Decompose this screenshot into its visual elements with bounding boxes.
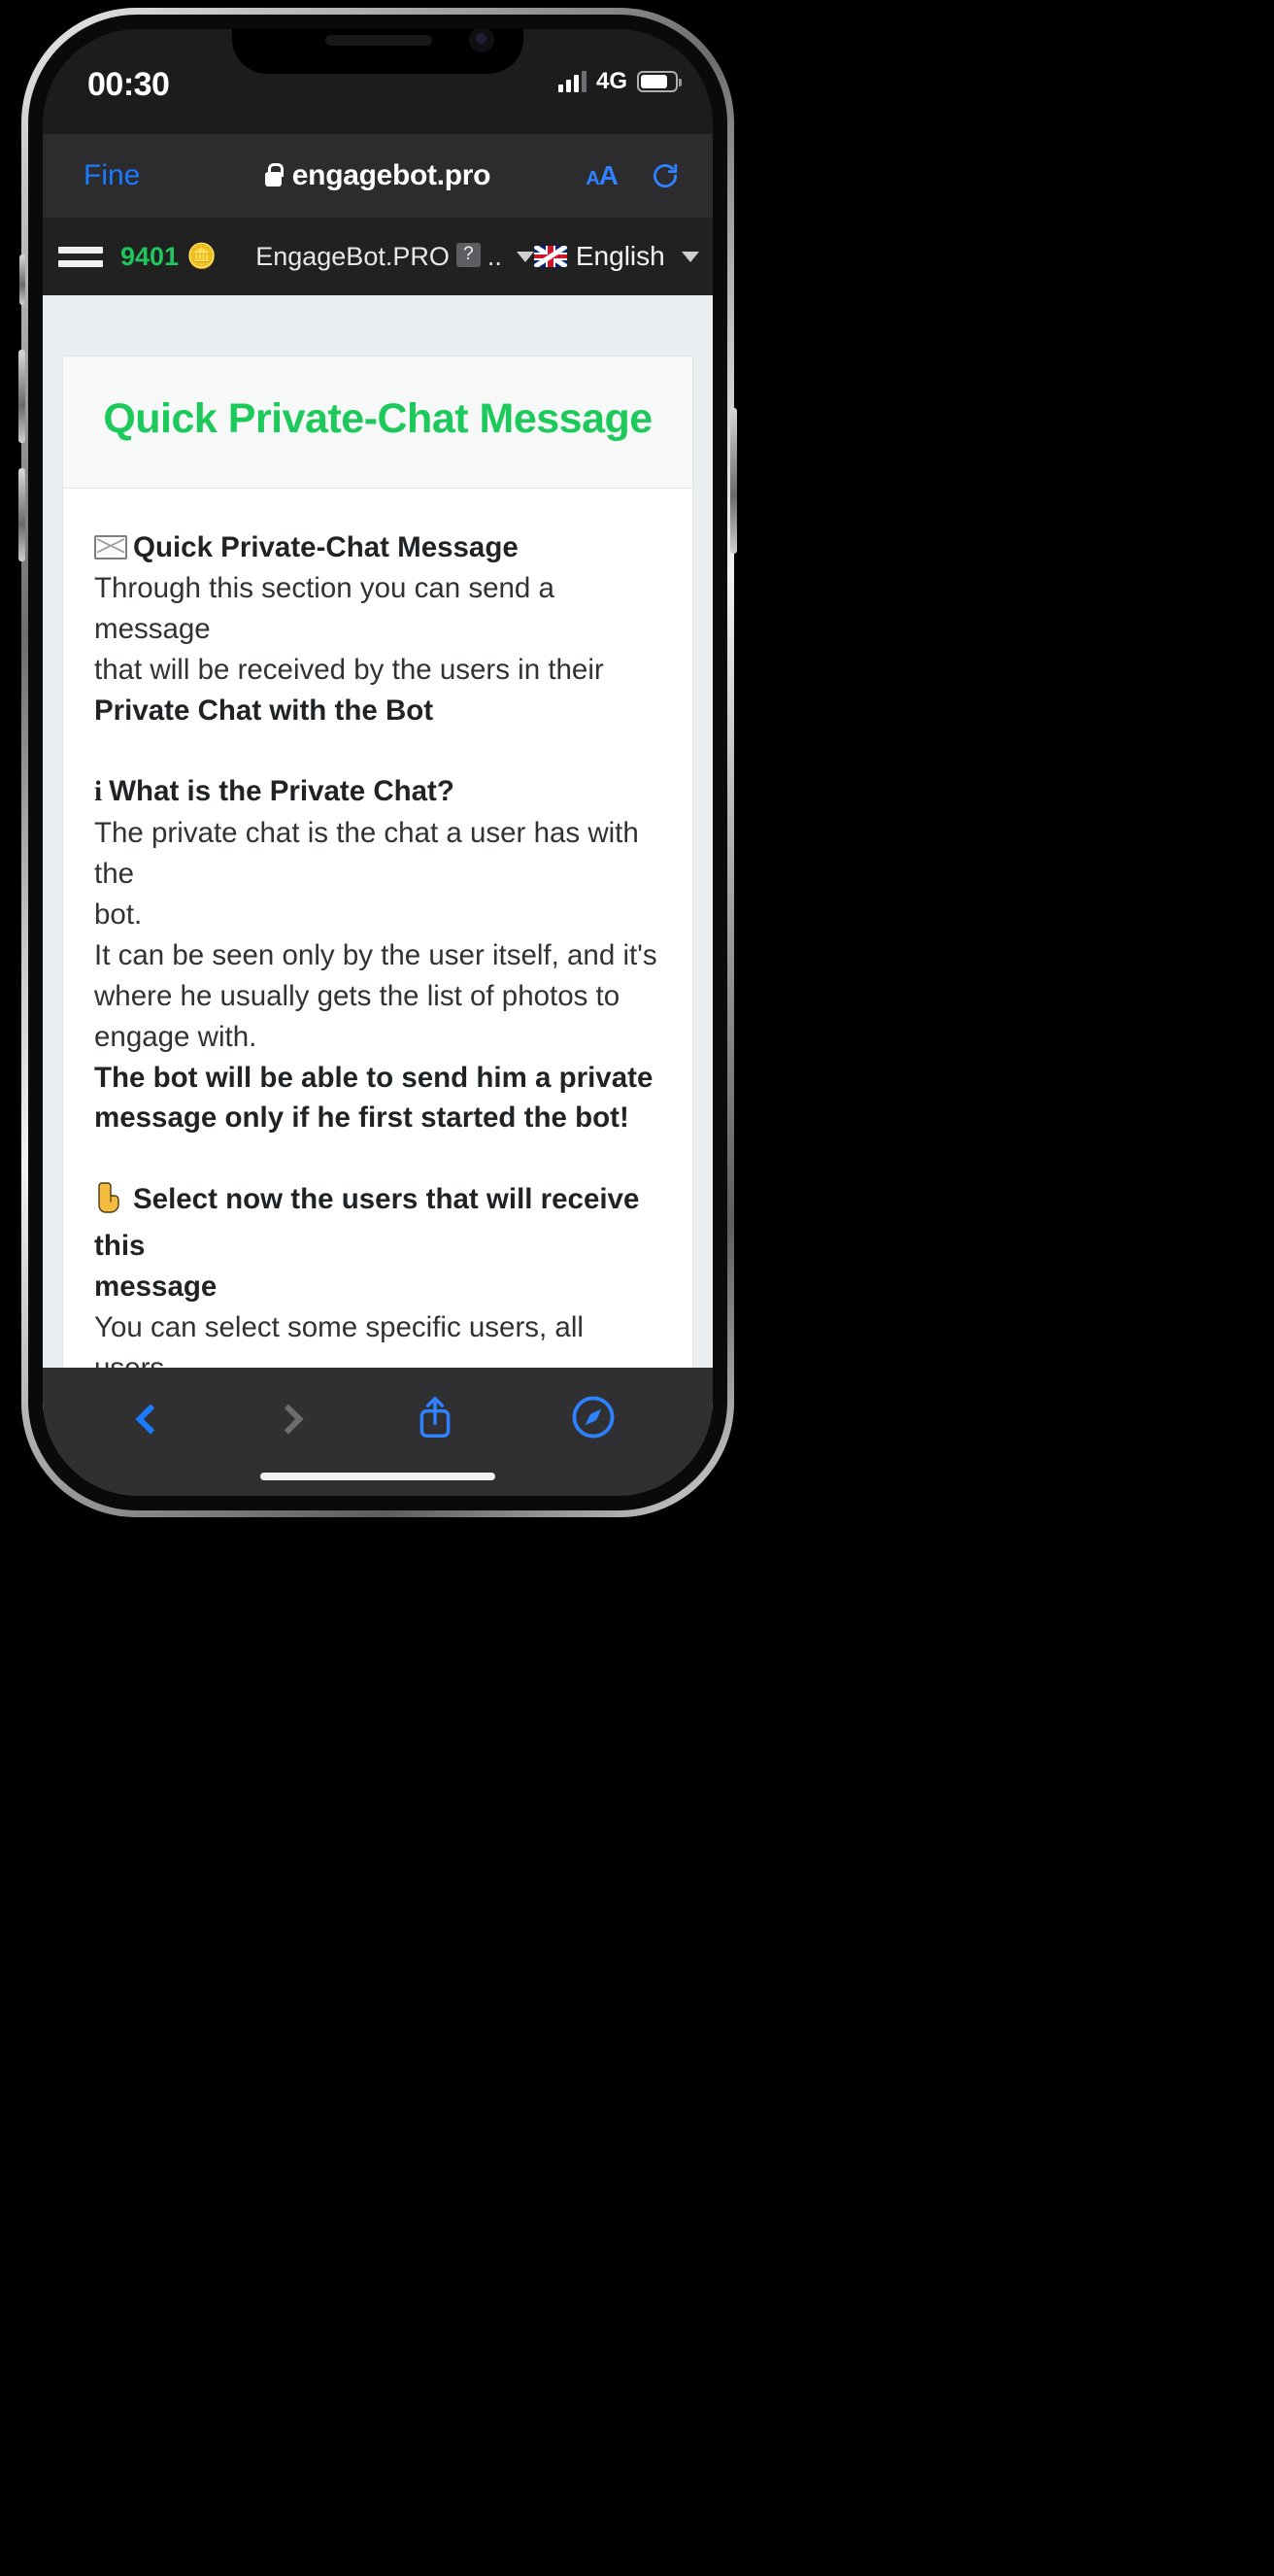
section-2-line-7: message only if he first started the bot…: [94, 1102, 629, 1135]
lock-icon: [264, 162, 285, 186]
safari-toolbar-actions: AA: [586, 160, 680, 191]
language-selector[interactable]: English: [533, 241, 699, 272]
site-navbar: 9401 🪙 EngageBot.PRO ? .. English: [43, 218, 713, 295]
page-title: Quick Private-Chat Message: [103, 395, 653, 442]
share-icon[interactable]: [416, 1394, 454, 1445]
info-icon: i: [94, 776, 103, 808]
home-indicator: [260, 1473, 495, 1480]
section-2-heading: i What is the Private Chat?: [94, 771, 661, 813]
front-camera: [469, 29, 494, 52]
section-1-heading-text: Quick Private-Chat Message: [133, 531, 519, 564]
webpage-content: Quick Private-Chat Message Quick Private…: [43, 295, 713, 1410]
section-2-line-6: The bot will be able to send him a priva…: [94, 1061, 654, 1094]
earpiece-speaker: [325, 35, 432, 46]
chevron-right-icon: [273, 1404, 304, 1435]
safari-domain-label: engagebot.pro: [291, 159, 491, 191]
card-body: Quick Private-Chat Message Through this …: [63, 489, 692, 1410]
network-type-label: 4G: [595, 68, 627, 94]
section-2-heading-text: What is the Private Chat?: [109, 775, 454, 808]
brand-name-label: EngageBot.PRO: [255, 241, 450, 271]
credits-balance[interactable]: 9401 🪙: [120, 242, 217, 272]
compass-icon[interactable]: [571, 1395, 616, 1444]
section-3-heading-line-1: Select now the users that will receive t…: [94, 1183, 640, 1263]
signal-bars-icon: [557, 71, 587, 92]
status-bar-time: 00:30: [87, 66, 170, 103]
section-3-heading-line-2: message: [94, 1271, 218, 1304]
mute-switch[interactable]: [19, 254, 25, 305]
text-size-aa-button[interactable]: AA: [586, 160, 619, 191]
safari-bottom-toolbar: [43, 1368, 713, 1496]
battery-icon: [637, 71, 682, 92]
section-2-line-2: bot.: [94, 898, 143, 932]
uk-flag-icon: [533, 246, 567, 267]
screenshot-stage: 00:30 4G Fine engagebot.pro AA 9401 🪙 En…: [0, 0, 1274, 2576]
section-2-line-1: The private chat is the chat a user has …: [94, 817, 639, 891]
section-2-line-5: engage with.: [94, 1020, 257, 1053]
section-1-line-3: Private Chat with the Bot: [94, 694, 434, 727]
brand-selector[interactable]: EngageBot.PRO ? ..: [255, 242, 534, 272]
replacement-char-icon: ?: [455, 242, 481, 267]
phone-screen: 00:30 4G Fine engagebot.pro AA 9401 🪙 En…: [43, 29, 713, 1496]
chevron-down-icon: [681, 251, 699, 262]
content-card: Quick Private-Chat Message Quick Private…: [62, 356, 693, 1410]
volume-down-button[interactable]: [18, 468, 25, 561]
status-bar: 00:30 4G: [43, 29, 713, 134]
safari-back-to-app-link[interactable]: Fine: [84, 159, 140, 192]
credits-amount: 9401: [120, 241, 180, 271]
coins-icon: 🪙: [186, 242, 218, 270]
section-1-line-2: that will be received by the users in th…: [94, 653, 604, 686]
power-button[interactable]: [730, 408, 737, 554]
section-2-line-4: where he usually gets the list of photos…: [94, 979, 620, 1012]
card-header: Quick Private-Chat Message: [63, 356, 692, 490]
section-1-heading: Quick Private-Chat Message: [94, 527, 661, 568]
chevron-left-icon[interactable]: [135, 1404, 166, 1435]
section-1-line-1: Through this section you can send a mess…: [94, 571, 554, 645]
section-3-heading: Select now the users that will receive t…: [94, 1179, 661, 1267]
safari-top-toolbar: Fine engagebot.pro AA: [43, 134, 713, 218]
chevron-down-icon: [516, 251, 534, 262]
status-bar-indicators: 4G: [557, 68, 682, 95]
volume-up-button[interactable]: [18, 350, 25, 443]
language-label: English: [575, 241, 665, 271]
envelope-icon: [94, 535, 127, 560]
hamburger-menu-icon[interactable]: [58, 246, 103, 267]
reload-icon[interactable]: [651, 161, 680, 190]
brand-suffix-label: ..: [486, 241, 502, 271]
display-notch: [232, 29, 523, 74]
pointing-down-hand-icon: [94, 1181, 123, 1226]
section-2-line-3: It can be seen only by the user itself, …: [94, 938, 657, 971]
